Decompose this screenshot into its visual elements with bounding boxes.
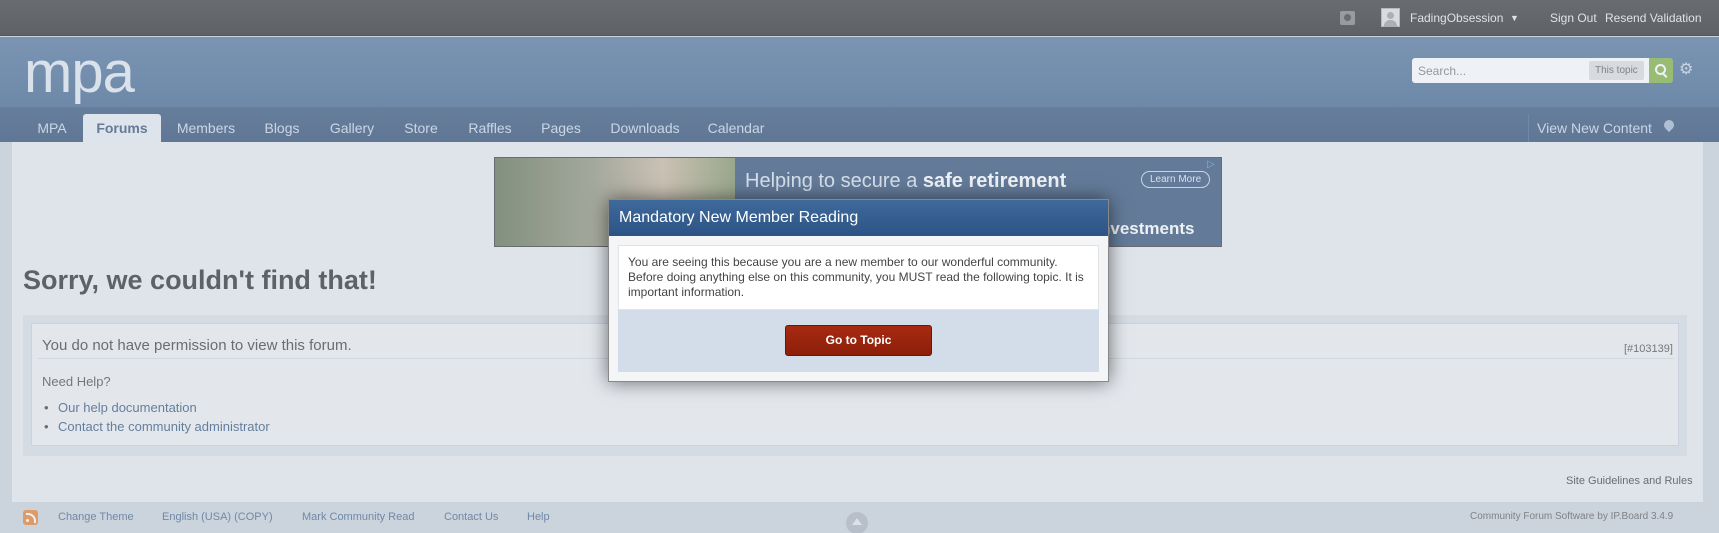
new-member-modal: Mandatory New Member Reading You are see… xyxy=(608,199,1109,382)
modal-title: Mandatory New Member Reading xyxy=(609,200,1108,236)
go-to-topic-button[interactable]: Go to Topic xyxy=(785,325,932,356)
modal-body-text: You are seeing this because you are a ne… xyxy=(618,245,1099,310)
modal-footer: Go to Topic xyxy=(618,310,1099,372)
